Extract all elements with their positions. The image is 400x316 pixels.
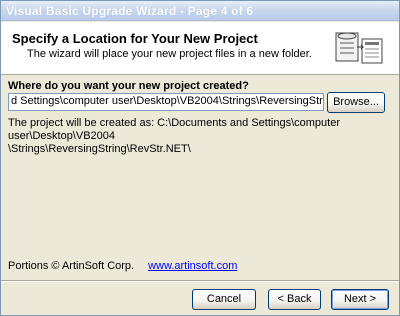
footer-divider [1, 280, 399, 282]
wizard-window: Visual Basic Upgrade Wizard - Page 4 of … [0, 0, 400, 316]
window-title: Visual Basic Upgrade Wizard - Page 4 of … [6, 4, 254, 18]
next-button[interactable]: Next > [331, 289, 389, 310]
wizard-header: Specify a Location for Your New Project … [1, 22, 399, 75]
back-button[interactable]: < Back [268, 289, 321, 310]
created-line-1: The project will be created as: C:\Docum… [8, 117, 340, 142]
project-created-as-text: The project will be created as: C:\Docum… [8, 117, 393, 156]
project-path-input[interactable]: d Settings\computer user\Desktop\VB2004\… [8, 93, 324, 111]
created-line-2: \Strings\ReversingString\RevStr.NET\ [8, 143, 191, 155]
cancel-button[interactable]: Cancel [192, 289, 256, 310]
page-subtitle: The wizard will place your new project f… [27, 48, 312, 60]
folder-documents-icon [335, 29, 387, 69]
wizard-body: Where do you want your new project creat… [1, 76, 399, 281]
browse-button[interactable]: Browse... [327, 92, 385, 113]
artinsoft-link[interactable]: www.artinsoft.com [148, 260, 237, 272]
page-title: Specify a Location for Your New Project [12, 31, 258, 46]
portions-copyright: Portions © ArtinSoft Corp. www.artinsoft.… [8, 260, 237, 272]
title-bar[interactable]: Visual Basic Upgrade Wizard - Page 4 of … [1, 1, 399, 21]
portions-text: Portions © ArtinSoft Corp. [8, 260, 135, 272]
location-question-label: Where do you want your new project creat… [8, 80, 249, 92]
